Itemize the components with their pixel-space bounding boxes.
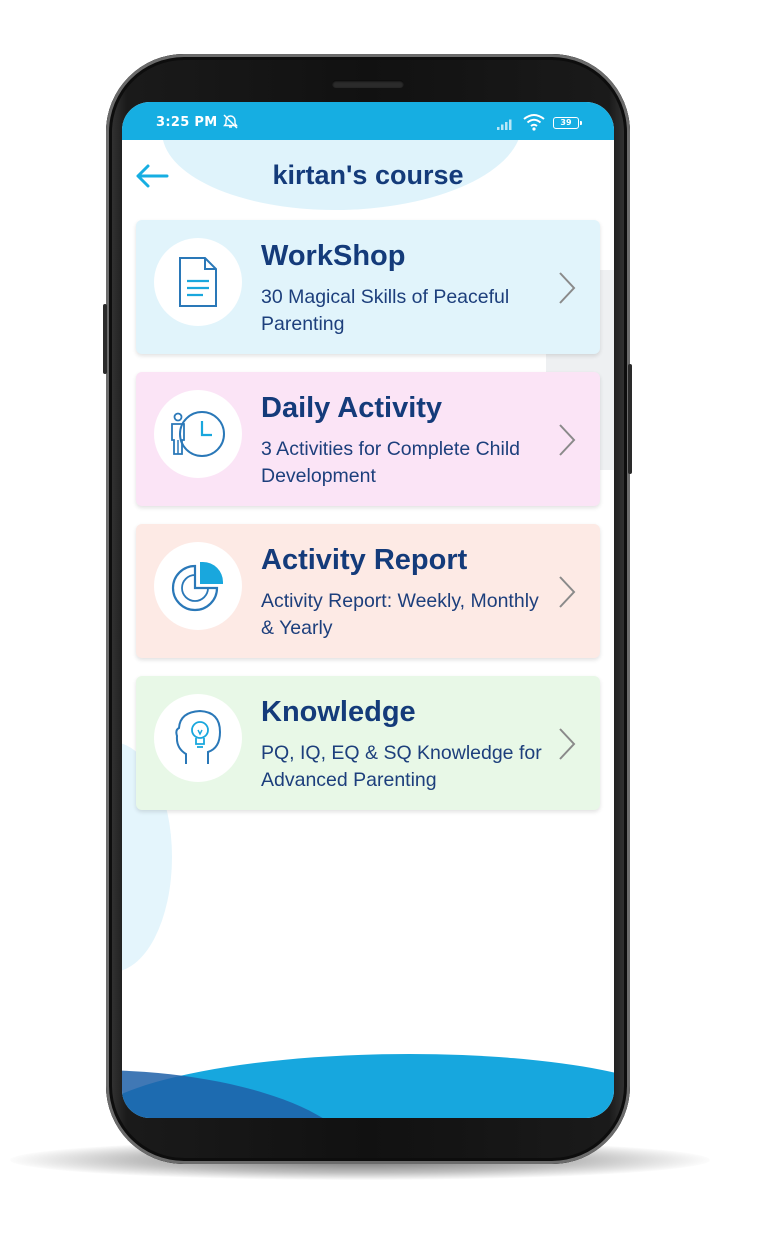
card-icon-circle [154, 542, 242, 630]
wifi-icon [522, 113, 546, 135]
card-subtitle: PQ, IQ, EQ & SQ Knowledge for Advanced P… [261, 742, 542, 791]
card-workshop[interactable]: WorkShop 30 Magical Skills of Peaceful P… [136, 220, 600, 354]
card-title: Activity Report [261, 544, 468, 576]
phone-frame: 3:25 PM 39 kirtan's course WorkShop 30 M… [103, 54, 632, 1164]
app-screen: 3:25 PM 39 kirtan's course WorkShop 30 M… [122, 102, 614, 1118]
card-title: Knowledge [261, 696, 416, 728]
chevron-right-icon [559, 272, 576, 304]
app-header: kirtan's course [122, 140, 614, 210]
card-subtitle: 30 Magical Skills of Peaceful Parenting [261, 286, 510, 335]
card-knowledge[interactable]: Knowledge PQ, IQ, EQ & SQ Knowledge for … [136, 676, 600, 810]
signal-icon [496, 116, 516, 135]
card-title: WorkShop [261, 240, 406, 272]
battery-icon: 39 [553, 117, 582, 129]
head-bulb-icon [175, 709, 222, 764]
person-clock-icon [171, 411, 225, 457]
alarm-off-icon [222, 113, 239, 134]
status-time: 3:25 PM [156, 115, 218, 130]
card-activity-report[interactable]: Activity Report Activity Report: Weekly,… [136, 524, 600, 658]
page-title: kirtan's course [272, 160, 464, 190]
earpiece-speaker [332, 80, 404, 88]
card-subtitle: 3 Activities for Complete Child Developm… [261, 438, 521, 487]
status-bar: 3:25 PM 39 [122, 102, 614, 140]
document-icon [179, 257, 217, 307]
volume-button [103, 304, 107, 374]
card-icon-circle [154, 238, 242, 326]
card-subtitle: Activity Report: Weekly, Monthly & Yearl… [261, 590, 539, 639]
card-icon-circle [154, 390, 242, 478]
card-daily-activity[interactable]: Daily Activity 3 Activities for Complete… [136, 372, 600, 506]
card-title: Daily Activity [261, 392, 443, 424]
power-button [628, 364, 632, 474]
card-icon-circle [154, 694, 242, 782]
chevron-right-icon [559, 576, 576, 608]
pie-chart-icon [171, 562, 223, 612]
chevron-right-icon [559, 728, 576, 760]
chevron-right-icon [559, 424, 576, 456]
